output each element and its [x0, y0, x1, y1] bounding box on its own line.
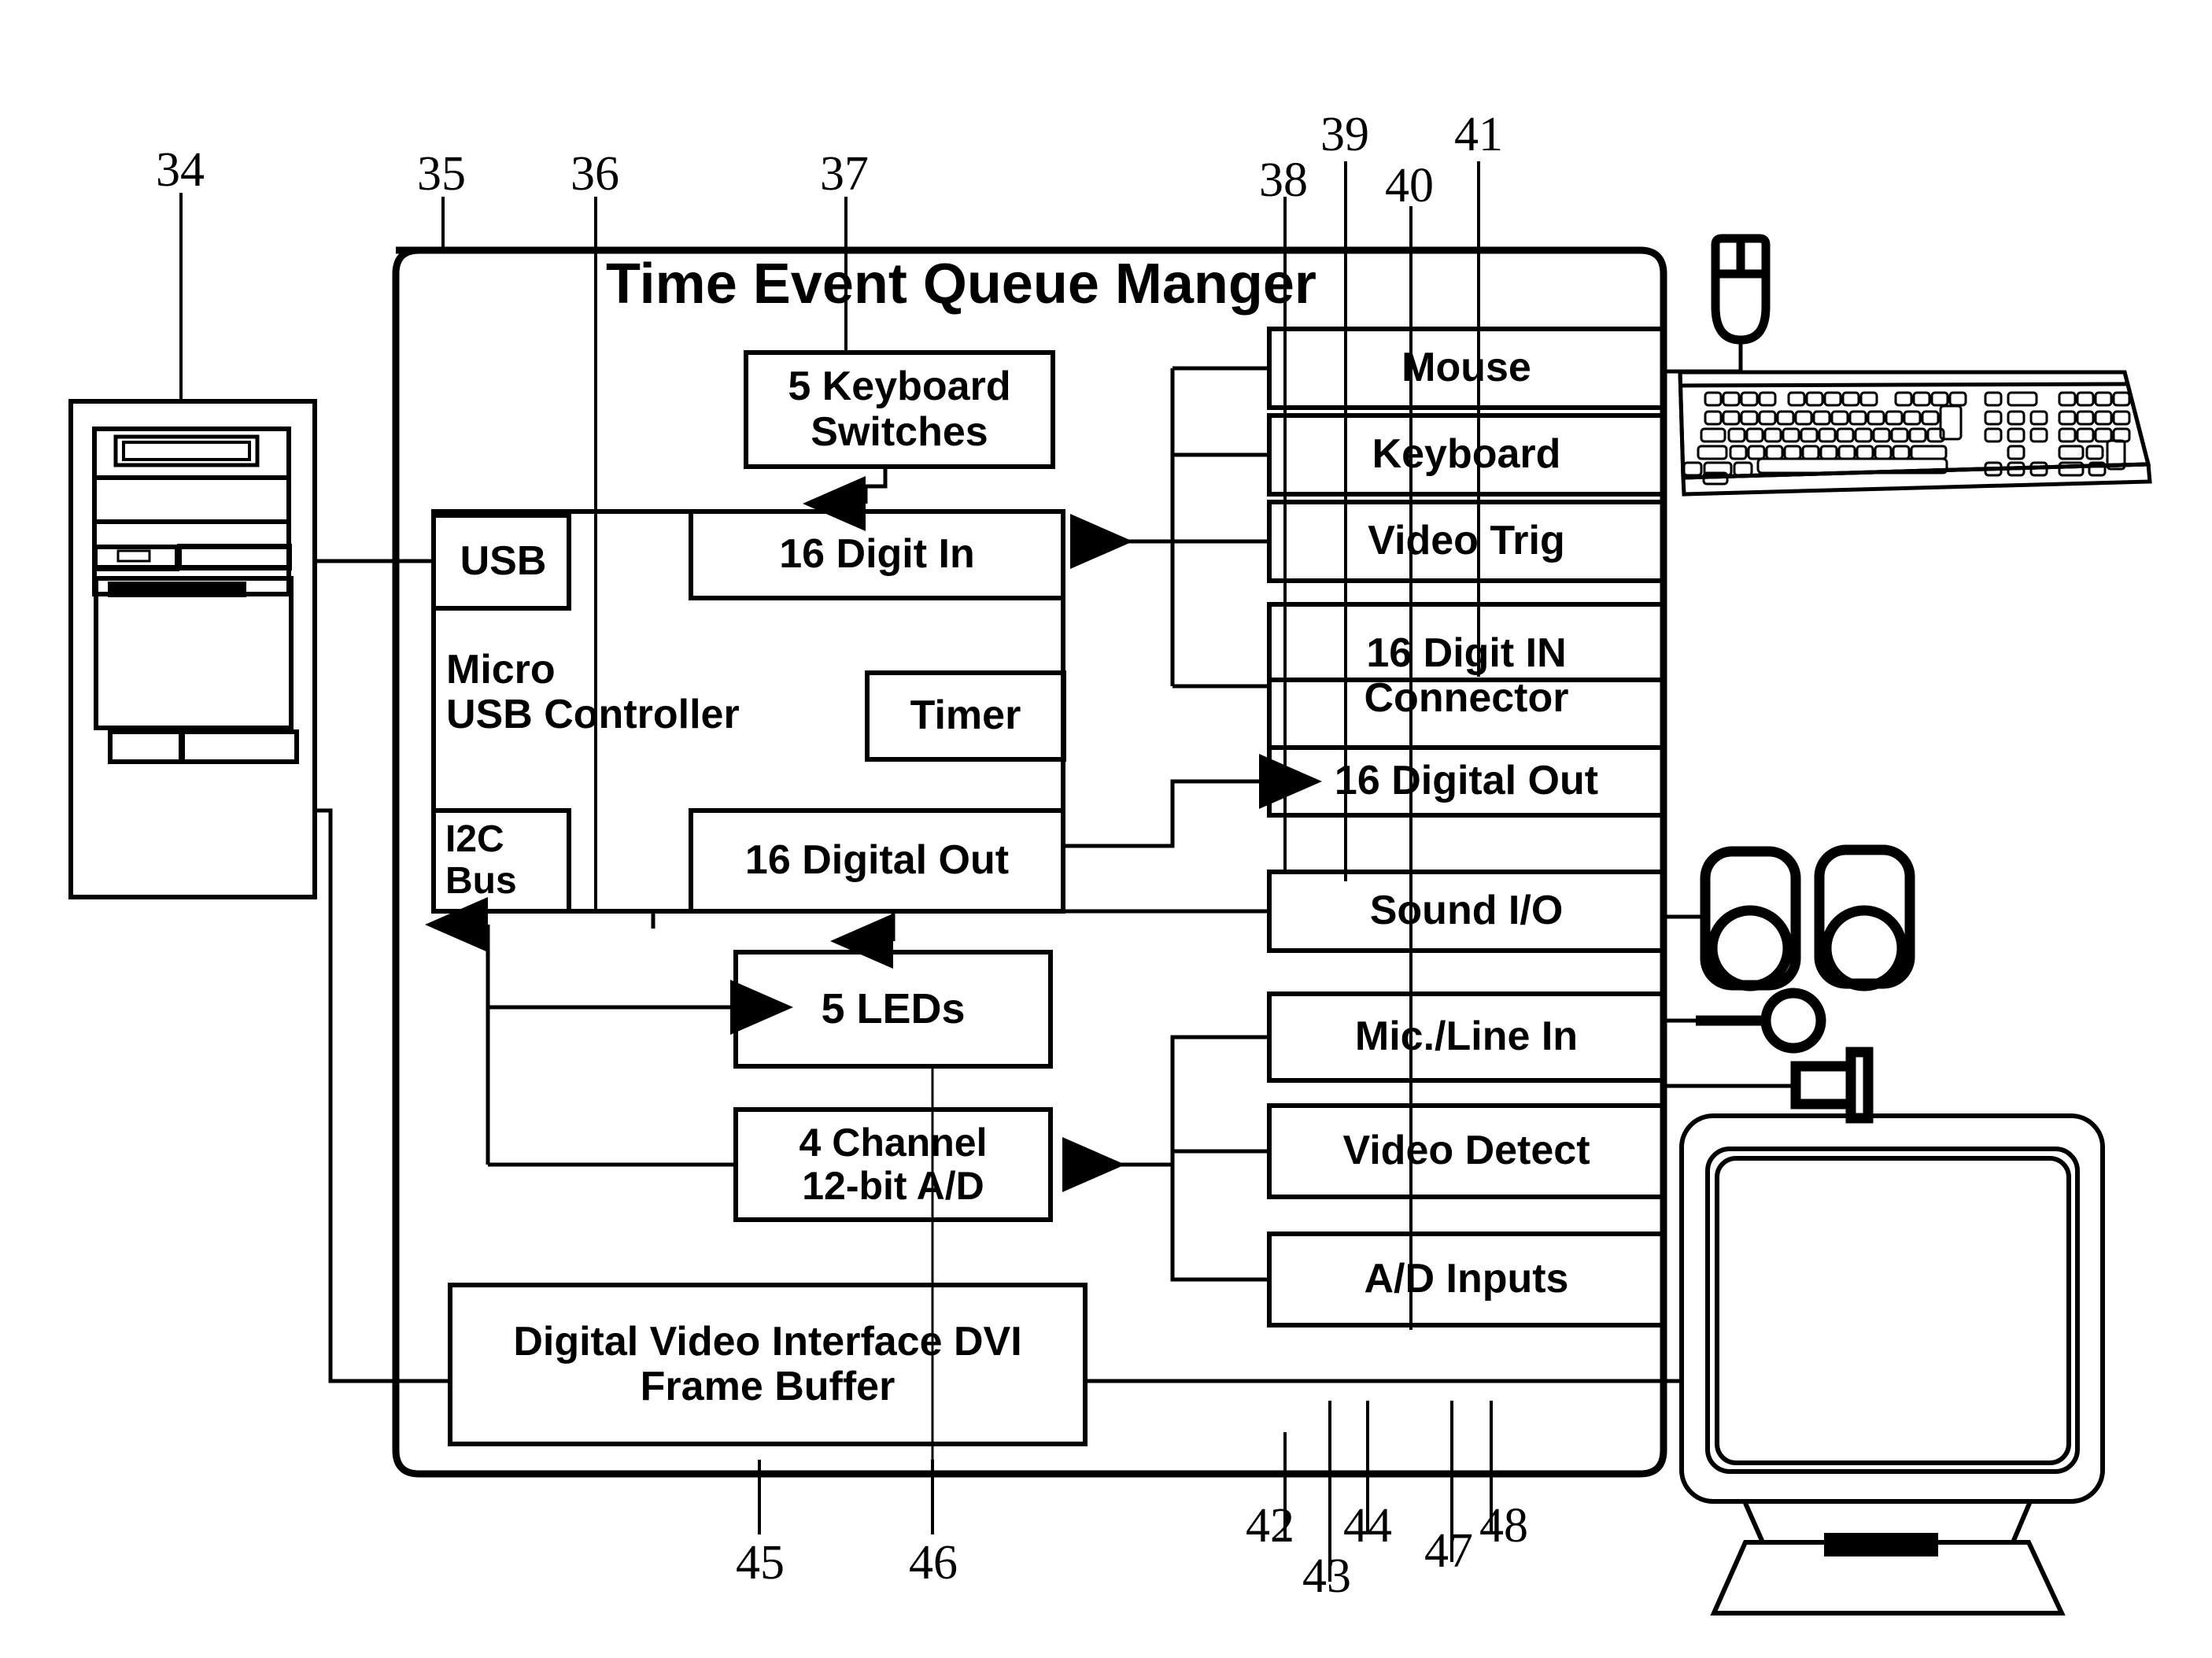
reference-number-47: 47	[1424, 1524, 1473, 1578]
mouse-graphic	[1711, 234, 1771, 345]
patent-figure-canvas: Time Event Queue Manger 5 Keyboard Switc…	[0, 0, 2212, 1658]
connector-keyboard-outline	[1267, 413, 1666, 497]
block-usb-outline	[431, 513, 571, 611]
reference-number-43: 43	[1302, 1549, 1351, 1603]
reference-number-38: 38	[1259, 153, 1308, 207]
connector-mic-line-outline	[1267, 991, 1666, 1083]
reference-number-44: 44	[1343, 1499, 1392, 1553]
connector-video-detect-outline	[1267, 1103, 1666, 1199]
reference-number-46: 46	[909, 1536, 958, 1590]
speakers-graphic	[1700, 844, 1915, 991]
block-digital-out-outline	[689, 808, 1065, 914]
wire-digitalout-to-connector	[1063, 754, 1322, 848]
wire-adinputs-to-ad	[1170, 1165, 1269, 1282]
pc-tower-graphic	[68, 399, 317, 899]
block-leds-outline	[733, 950, 1053, 1069]
connector-mouse-outline	[1267, 327, 1666, 410]
monitor-graphic	[1679, 1113, 2105, 1616]
connector-digit-in-outline	[1267, 602, 1666, 682]
block-micro-controller-outline	[431, 509, 1065, 914]
reference-number-40: 40	[1385, 159, 1434, 212]
figure-title: Time Event Queue Manger	[606, 253, 1316, 316]
block-digit-in-outline	[689, 509, 1065, 600]
reference-number-37: 37	[820, 147, 869, 201]
connector-digit-in-conn-outline	[1267, 678, 1666, 750]
wire-mic-to-ad	[1062, 1035, 1269, 1192]
reference-number-41: 41	[1454, 108, 1503, 161]
reference-number-48: 48	[1479, 1499, 1528, 1553]
wire-kbsw-to-digitin	[803, 467, 888, 531]
reference-number-39: 39	[1320, 108, 1369, 161]
reference-number-34: 34	[156, 143, 205, 197]
reference-number-36: 36	[571, 147, 619, 201]
enclosure-outline	[392, 246, 1667, 1478]
reference-number-45: 45	[736, 1536, 785, 1590]
connector-ad-inputs-outline	[1267, 1231, 1666, 1328]
block-keyboard-switches-outline	[744, 350, 1055, 469]
block-dvi-outline	[448, 1283, 1088, 1446]
block-ad-outline	[733, 1107, 1053, 1222]
connector-digital-out-outline	[1267, 745, 1666, 818]
connector-sound-io-outline	[1267, 870, 1666, 953]
block-i2c-outline	[431, 808, 571, 914]
diagram-line-layer	[68, 161, 2152, 1616]
microphone-graphic	[1696, 988, 1826, 1054]
reference-number-42: 42	[1246, 1499, 1294, 1553]
mouse-cable	[1664, 340, 1743, 374]
connector-video-trig-outline	[1267, 500, 1666, 583]
reference-number-35: 35	[417, 147, 466, 201]
wire-pc-to-dvi	[315, 808, 450, 1383]
video-plug-graphic	[1790, 1047, 1874, 1124]
block-timer-outline	[865, 670, 1066, 762]
